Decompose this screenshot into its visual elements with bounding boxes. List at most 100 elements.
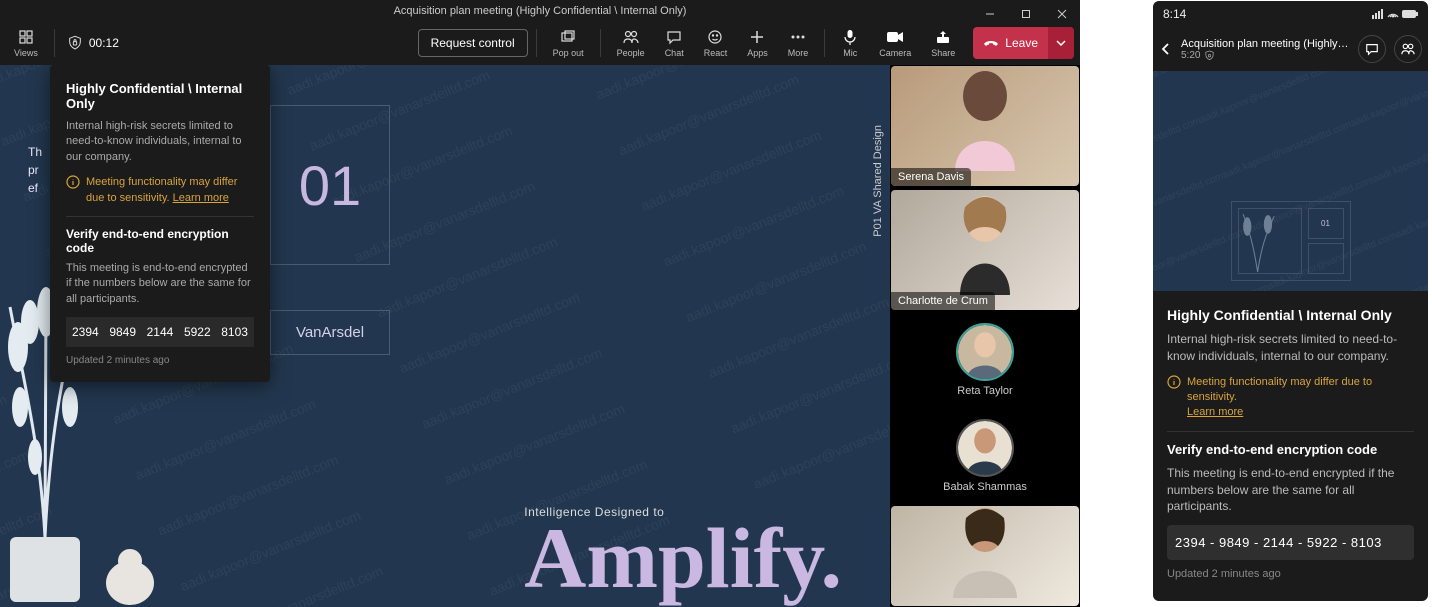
participant-silhouette — [935, 190, 1035, 295]
slide-number-box: 01 — [270, 105, 390, 265]
sensitivity-heading: Highly Confidential \ Internal Only — [1167, 307, 1414, 323]
verify-body: This meeting is end-to-end encrypted if … — [1167, 465, 1414, 515]
apps-button[interactable]: Apps — [739, 21, 776, 65]
more-label: More — [788, 48, 809, 58]
participant-avatar[interactable]: Reta Taylor — [890, 313, 1080, 407]
maximize-button[interactable] — [1008, 0, 1044, 28]
hangup-icon — [983, 38, 999, 48]
more-icon — [789, 28, 807, 46]
popout-label: Pop out — [553, 48, 584, 58]
avatar-circle — [956, 323, 1014, 381]
apps-label: Apps — [747, 48, 768, 58]
popout-button[interactable]: Pop out — [545, 21, 592, 65]
react-button[interactable]: React — [696, 21, 736, 65]
window-buttons — [972, 0, 1080, 28]
participant-silhouette — [935, 66, 1035, 171]
separator — [54, 29, 55, 57]
popout-icon — [559, 28, 577, 46]
plus-icon — [748, 28, 766, 46]
chat-icon — [665, 28, 683, 46]
encryption-code-row: 2394 - 9849 - 2144 - 5922 - 8103 — [1167, 525, 1414, 560]
camera-icon — [886, 28, 904, 46]
people-label: People — [617, 48, 645, 58]
verify-heading: Verify end-to-end encryption code — [66, 227, 254, 255]
participant-silhouette — [935, 506, 1035, 598]
sensitivity-warning: Meeting functionality may differ due to … — [66, 175, 254, 217]
request-control-button[interactable]: Request control — [418, 29, 528, 57]
mobile-status-bar: 8:14 — [1153, 1, 1428, 27]
mic-icon — [841, 28, 859, 46]
participant-avatar[interactable]: Babak Shammas — [890, 409, 1080, 503]
more-button[interactable]: More — [780, 21, 817, 65]
react-icon — [706, 28, 724, 46]
verify-heading: Verify end-to-end encryption code — [1167, 442, 1414, 457]
participant-name: Babak Shammas — [943, 481, 1027, 493]
code-segment: 2394 — [72, 325, 99, 339]
separator — [600, 29, 601, 57]
mobile-screen: 8:14 Acquisition plan meeting (Highly Co… — [1153, 1, 1428, 601]
code-segment: 8103 — [221, 325, 248, 339]
chat-button[interactable]: Chat — [657, 21, 692, 65]
separator — [536, 29, 537, 57]
camera-label: Camera — [879, 48, 911, 58]
slide-number: 01 — [299, 153, 361, 218]
chat-label: Chat — [665, 48, 684, 58]
share-icon — [934, 28, 952, 46]
sensitivity-body: Internal high-risk secrets limited to ne… — [1167, 331, 1414, 365]
shield-lock-icon — [1204, 50, 1215, 61]
separator — [824, 29, 825, 57]
encryption-timer[interactable]: 00:12 — [63, 35, 119, 51]
participant-name: Reta Taylor — [957, 385, 1012, 397]
meeting-timer: 00:12 — [89, 36, 119, 50]
participant-video[interactable] — [891, 506, 1079, 606]
participant-name: Serena Davis — [891, 168, 971, 186]
share-button[interactable]: Share — [923, 21, 963, 65]
encryption-code-row: 2394 9849 2144 5922 8103 — [66, 317, 254, 347]
meeting-toolbar: Views 00:12 Request control Pop out — [0, 21, 1080, 65]
mobile-people-button[interactable] — [1394, 35, 1422, 63]
minimize-button[interactable] — [972, 0, 1008, 28]
brand-name: VanArsdel — [296, 324, 364, 341]
learn-more-link[interactable]: Learn more — [1187, 406, 1243, 418]
mobile-shared-screen[interactable]: aadi.kapoor@vanarsdelltd.comaadi.kapoor@… — [1153, 71, 1428, 291]
sensitivity-heading: Highly Confidential \ Internal Only — [66, 81, 254, 111]
mobile-timer-text: 5:20 — [1181, 50, 1200, 61]
leave-label: Leave — [1005, 36, 1038, 50]
slide-page-label: P01 VA Shared Design — [872, 125, 884, 237]
mobile-sensitivity-panel: Highly Confidential \ Internal Only Inte… — [1153, 291, 1428, 594]
info-icon — [66, 175, 80, 206]
avatar-circle — [956, 419, 1014, 477]
code-segment: 2144 — [147, 325, 174, 339]
mobile-meeting-title: Acquisition plan meeting (Highly Confide… — [1181, 38, 1350, 50]
participants-column: Serena Davis Charlotte de Crum Reta Tayl… — [890, 65, 1080, 607]
leave-dropdown[interactable] — [1048, 27, 1074, 59]
slide-headline: Intelligence Designed to Amplify. — [524, 505, 842, 601]
grid-icon — [17, 28, 35, 46]
desktop-window: Acquisition plan meeting (Highly Confide… — [0, 0, 1080, 607]
participant-video[interactable]: Serena Davis — [891, 66, 1079, 186]
encryption-updated: Updated 2 minutes ago — [66, 355, 254, 366]
sensitivity-warning: Meeting functionality may differ due to … — [1167, 375, 1414, 432]
people-button[interactable]: People — [609, 21, 653, 65]
slide-headline-text: Amplify. — [524, 510, 842, 606]
participant-video[interactable]: Charlotte de Crum — [891, 190, 1079, 310]
mobile-chat-button[interactable] — [1358, 35, 1386, 63]
learn-more-link[interactable]: Learn more — [173, 192, 229, 204]
views-button[interactable]: Views — [6, 21, 46, 65]
window-title: Acquisition plan meeting (Highly Confide… — [394, 5, 687, 17]
back-button[interactable] — [1159, 42, 1173, 56]
sensitivity-encryption-card: Highly Confidential \ Internal Only Inte… — [50, 65, 270, 382]
views-label: Views — [14, 48, 38, 58]
mic-button[interactable]: Mic — [833, 21, 867, 65]
close-button[interactable] — [1044, 0, 1080, 28]
camera-button[interactable]: Camera — [871, 21, 919, 65]
people-icon — [622, 28, 640, 46]
mini-slide-number: 01 — [1308, 208, 1344, 239]
sensitivity-body: Internal high-risk secrets limited to ne… — [66, 119, 254, 165]
warning-text: Meeting functionality may differ due to … — [1187, 376, 1372, 403]
leave-button[interactable]: Leave — [973, 27, 1074, 59]
shield-lock-icon — [67, 35, 83, 51]
status-icons — [1372, 8, 1418, 20]
react-label: React — [704, 48, 728, 58]
info-icon — [1167, 375, 1181, 421]
